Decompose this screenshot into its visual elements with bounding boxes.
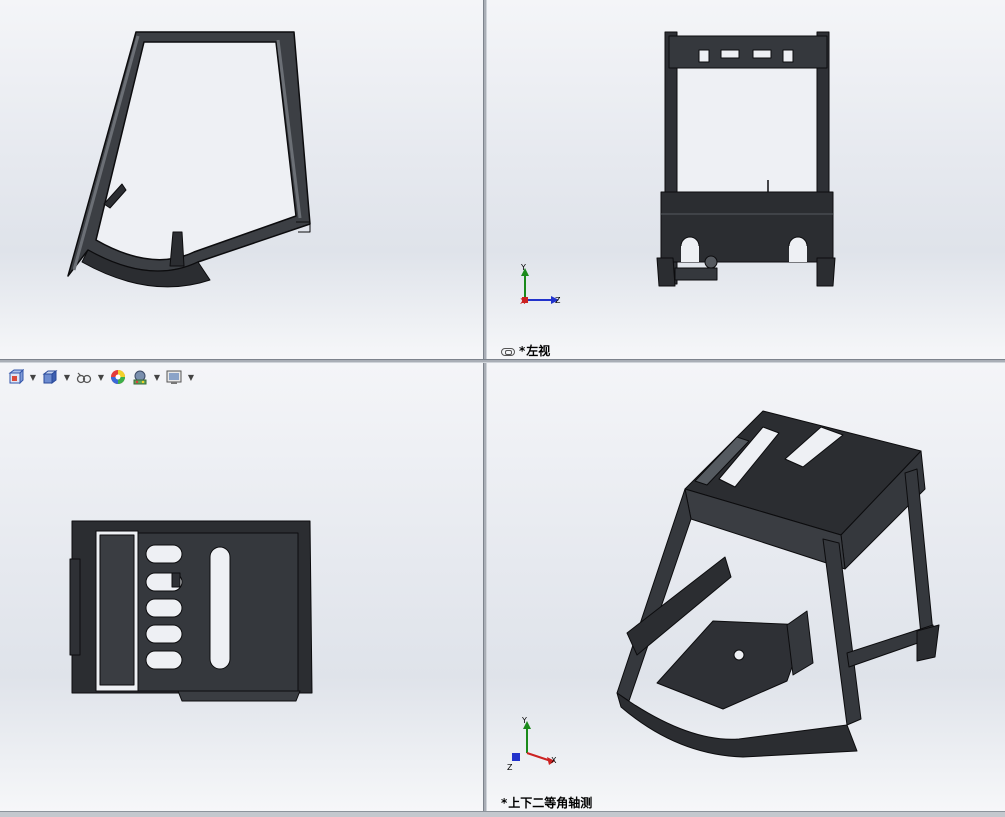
viewport-top-right[interactable]: Y Z X *左视 <box>487 0 1005 359</box>
viewport-top-left[interactable] <box>0 0 483 359</box>
viewport-bottom-right[interactable]: Y X Z *上下二等角轴测 <box>487 363 1005 811</box>
viewport-bottom-left[interactable]: ▼ ▼ ▼ ▼ ▼ <box>0 363 483 811</box>
cab-frame-side-model[interactable] <box>0 0 483 359</box>
cab-frame-top-view-model[interactable] <box>0 363 483 811</box>
view-name-label: *上下二等角轴测 <box>501 796 593 810</box>
triad-y-label: Y <box>522 716 527 725</box>
triad-z-label: Z <box>507 763 513 772</box>
triad-y-label: Y <box>521 263 526 272</box>
triad-x-label: X <box>551 756 557 765</box>
view-name-label: *左视 <box>501 342 550 359</box>
viewport-bottom-border <box>0 811 1005 817</box>
link-views-icon[interactable] <box>501 347 515 356</box>
triad-x-label: X <box>520 297 526 306</box>
cab-frame-isometric-model[interactable] <box>487 363 1005 811</box>
triad-z-label: Z <box>555 296 561 305</box>
